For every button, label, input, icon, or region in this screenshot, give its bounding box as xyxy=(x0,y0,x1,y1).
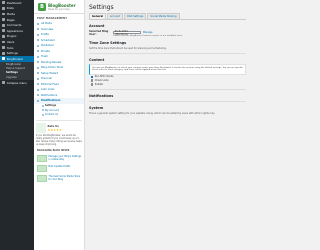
tab-post-settings[interactable]: Post Settings xyxy=(124,12,147,19)
notifications-heading: Notifications xyxy=(89,94,114,99)
content-notice: You can use BlogBooster to check your co… xyxy=(89,64,246,75)
divider xyxy=(89,53,246,54)
wrench-icon xyxy=(2,46,5,49)
brush-icon xyxy=(2,29,5,33)
rating-illustration-icon xyxy=(36,123,46,133)
news-title: BLOGGING BLOG NEWS xyxy=(37,149,70,153)
media-icon xyxy=(2,12,5,16)
checkbox-icon[interactable] xyxy=(91,79,94,82)
news-box: BLOGGING BLOG NEWS Manage your Blog's Se… xyxy=(34,146,84,183)
checkbox-publish[interactable]: Publish xyxy=(91,82,246,86)
settings-icon xyxy=(2,51,5,55)
bullet-icon xyxy=(42,113,44,116)
news-thumbnail xyxy=(37,174,47,182)
sidebar-nav: All Posts Overview Drafts Scheduled Publ… xyxy=(34,21,84,117)
collapse-menu[interactable]: Collapse menu xyxy=(0,80,34,86)
divider xyxy=(89,89,246,91)
tab-social-media[interactable]: Social Media Sharing xyxy=(147,12,180,19)
blogbooster-submenu: BlogBooster Help & Support Settings Upgr… xyxy=(0,61,34,80)
wizard-icon xyxy=(37,72,40,75)
rate-text: If you like BlogBooster, we would be rea… xyxy=(36,134,82,147)
submenu-upgrade[interactable]: Upgrade xyxy=(0,75,34,79)
checkbox-icon[interactable] xyxy=(91,83,94,86)
tab-general[interactable]: General xyxy=(89,12,106,19)
trash-icon xyxy=(37,55,40,58)
admin-menu: Dashboard Posts Media Pages Comments App… xyxy=(0,0,34,250)
page-title: Settings xyxy=(89,4,114,11)
manage-link[interactable]: Manage xyxy=(143,31,153,34)
lock-icon xyxy=(37,50,40,53)
review-icon xyxy=(37,61,40,64)
news-item[interactable]: The best Social Media Tools for Your Blo… xyxy=(34,173,84,183)
time-zone-heading: Time Zone Settings xyxy=(89,41,127,45)
feed-icon xyxy=(37,83,40,86)
collapse-icon xyxy=(2,81,5,84)
news-item[interactable]: Bulk Update Drafts xyxy=(34,163,84,173)
overview-icon xyxy=(37,28,40,31)
checkbox-icon[interactable] xyxy=(91,75,94,78)
leaf-icon: B xyxy=(38,2,46,11)
content-heading: Content xyxy=(89,58,105,62)
dashboard-icon xyxy=(2,1,5,5)
news-thumbnail xyxy=(37,154,47,162)
plugin-icon xyxy=(2,34,5,38)
modify-icon xyxy=(37,99,40,102)
tab-account[interactable]: Account xyxy=(107,12,124,19)
system-desc: This is a general system setting for you… xyxy=(89,112,215,116)
users-icon xyxy=(2,40,5,44)
account-heading: Account xyxy=(89,24,105,28)
logo-tagline: Ideas for your blog xyxy=(48,7,70,11)
link-icon xyxy=(37,88,40,91)
time-zone-desc: Set the time zone that should be used fo… xyxy=(89,47,167,50)
rate-box: Rate Us ★★★★★ If you like BlogBooster, w… xyxy=(36,120,82,146)
check-icon xyxy=(37,44,40,47)
star-rating-icon[interactable]: ★★★★★ xyxy=(48,128,62,132)
tools-icon xyxy=(37,66,40,69)
discover-icon xyxy=(37,77,40,80)
bell-icon xyxy=(37,94,40,97)
news-item[interactable]: Manage your Blog's Settings in a New Way xyxy=(34,153,84,163)
page-icon xyxy=(2,18,5,21)
list-icon xyxy=(37,22,40,25)
leaf-icon xyxy=(2,57,5,61)
settings-tabs: General Account Post Settings Social Med… xyxy=(89,12,246,20)
account-select[interactable]: Ex Tu 2024 (Wordfrom) xyxy=(113,30,141,36)
comment-icon xyxy=(2,23,5,27)
main-content: Settings General Account Post Settings S… xyxy=(85,0,250,250)
account-label: Selected Blog User: xyxy=(89,29,109,36)
blogbooster-logo[interactable]: B BlogBooster Ideas for your blog xyxy=(34,0,84,14)
pin-icon xyxy=(2,6,5,10)
blogbooster-sidebar: B BlogBooster Ideas for your blog POST M… xyxy=(34,0,85,250)
news-thumbnail xyxy=(37,164,47,172)
bullet-icon xyxy=(42,104,44,107)
system-heading: System xyxy=(89,106,104,111)
draft-icon xyxy=(37,33,40,36)
subnav-contact[interactable]: Contact Us xyxy=(34,113,84,118)
bullet-icon xyxy=(42,109,44,112)
clock-icon xyxy=(37,39,40,42)
post-management-heading: POST MANAGEMENT xyxy=(37,17,68,20)
account-help: Please send the BlogBooster feature requ… xyxy=(113,35,183,37)
divider xyxy=(89,101,246,103)
